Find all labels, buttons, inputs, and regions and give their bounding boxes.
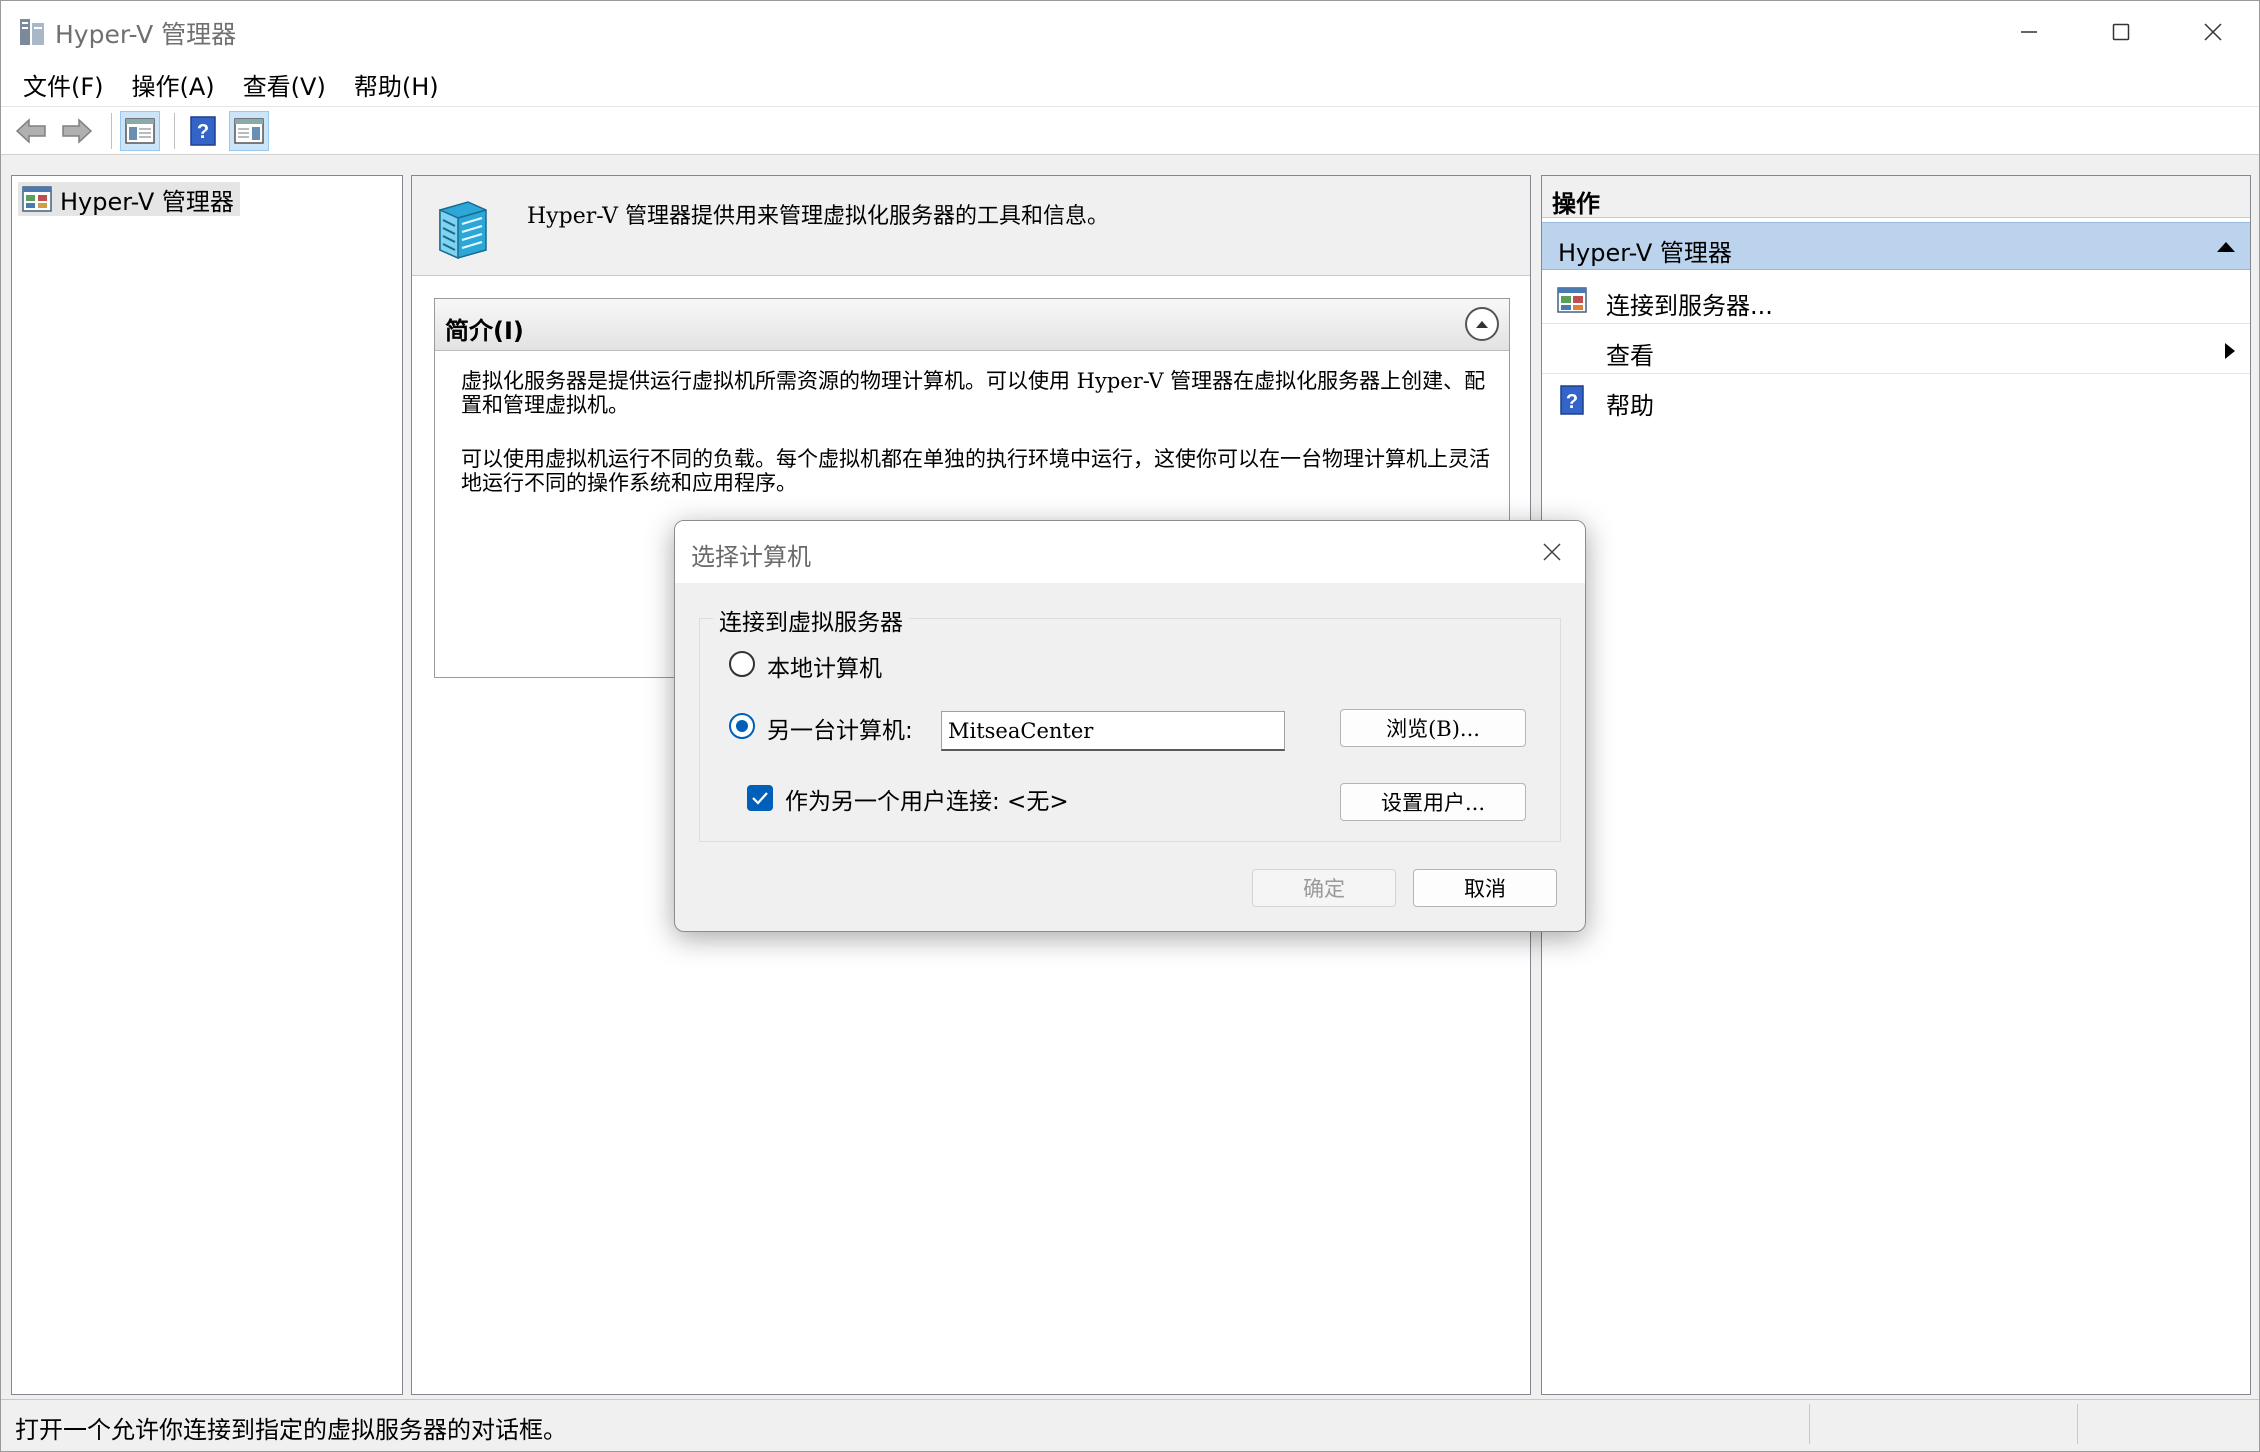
action-connect-label: 连接到服务器... bbox=[1606, 292, 1773, 320]
dialog-close-button[interactable] bbox=[1529, 529, 1575, 575]
select-computer-dialog: 选择计算机 连接到虚拟服务器 本地计算机 另一台计算机: 浏览(B)... 作为… bbox=[674, 520, 1586, 932]
toolbar: ? bbox=[1, 107, 2259, 155]
menu-help[interactable]: 帮助(H) bbox=[340, 63, 453, 106]
action-view-label: 查看 bbox=[1606, 342, 1654, 370]
computer-name-input[interactable] bbox=[941, 711, 1285, 751]
tree-item-label: Hyper-V 管理器 bbox=[60, 187, 234, 216]
close-icon bbox=[1543, 543, 1561, 561]
actions-section-label: Hyper-V 管理器 bbox=[1558, 239, 1732, 267]
hyper-v-app-icon bbox=[20, 19, 44, 45]
center-header-description: Hyper-V 管理器提供用来管理虚拟化服务器的工具和信息。 bbox=[527, 204, 1109, 229]
collapse-button[interactable] bbox=[1465, 307, 1499, 341]
hyper-v-manager-window: Hyper-V 管理器 文件(F) 操作(A) 查看(V) 帮助(H) ? Hy… bbox=[0, 0, 2260, 1452]
actions-pane: 操作 Hyper-V 管理器 连接到服务器... 查看 ? 帮助 bbox=[1541, 175, 2251, 1395]
minimize-button[interactable] bbox=[1983, 1, 2075, 63]
action-pane-icon bbox=[234, 117, 264, 144]
connect-as-another-user-checkbox[interactable] bbox=[747, 785, 773, 811]
forward-arrow-icon bbox=[62, 117, 93, 144]
status-text: 打开一个允许你连接到指定的虚拟服务器的对话框。 bbox=[15, 1416, 567, 1444]
local-computer-label[interactable]: 本地计算机 bbox=[767, 649, 882, 683]
local-computer-radio[interactable] bbox=[729, 651, 755, 677]
svg-text:?: ? bbox=[1566, 391, 1578, 413]
title-bar: Hyper-V 管理器 bbox=[1, 1, 2259, 63]
chevron-up-icon bbox=[1476, 321, 1488, 328]
server-icon bbox=[439, 201, 487, 260]
action-help-label: 帮助 bbox=[1606, 392, 1654, 420]
help-toolbar-button[interactable]: ? bbox=[183, 111, 223, 151]
close-window-button[interactable] bbox=[2167, 1, 2259, 63]
browse-button[interactable]: 浏览(B)... bbox=[1340, 709, 1526, 747]
set-user-button[interactable]: 设置用户... bbox=[1340, 783, 1526, 821]
show-hide-action-pane-button[interactable] bbox=[229, 110, 269, 151]
menu-view[interactable]: 查看(V) bbox=[229, 63, 340, 106]
back-button[interactable] bbox=[11, 111, 51, 151]
center-header: Hyper-V 管理器提供用来管理虚拟化服务器的工具和信息。 bbox=[412, 176, 1530, 276]
tree-item-hyper-v-manager[interactable]: Hyper-V 管理器 bbox=[18, 182, 240, 216]
dialog-title-bar: 选择计算机 bbox=[675, 521, 1585, 583]
menu-bar: 文件(F) 操作(A) 查看(V) 帮助(H) bbox=[1, 63, 2259, 107]
help-icon: ? bbox=[1560, 385, 1584, 415]
hyper-v-manager-icon bbox=[22, 186, 52, 212]
maximize-icon bbox=[2112, 23, 2130, 41]
maximize-button[interactable] bbox=[2075, 1, 2167, 63]
status-divider bbox=[2077, 1404, 2078, 1444]
menu-action[interactable]: 操作(A) bbox=[118, 63, 229, 106]
toolbar-separator bbox=[111, 112, 112, 149]
ok-button[interactable]: 确定 bbox=[1252, 869, 1396, 907]
back-arrow-icon bbox=[15, 117, 46, 144]
connect-as-another-user-label[interactable]: 作为另一个用户连接: <无> bbox=[785, 782, 1069, 816]
another-computer-label[interactable]: 另一台计算机: bbox=[767, 711, 913, 745]
window-title: Hyper-V 管理器 bbox=[55, 20, 237, 49]
connect-server-icon bbox=[1557, 287, 1587, 313]
another-computer-radio[interactable] bbox=[729, 713, 755, 739]
introduction-header[interactable]: 简介(I) bbox=[435, 299, 1509, 351]
action-view[interactable]: 查看 bbox=[1542, 326, 2250, 374]
console-tree-icon bbox=[125, 117, 155, 144]
actions-pane-title: 操作 bbox=[1542, 176, 2250, 218]
checkmark-icon bbox=[752, 792, 768, 805]
action-help[interactable]: ? 帮助 bbox=[1542, 376, 2250, 424]
show-hide-console-tree-button[interactable] bbox=[120, 110, 160, 151]
cancel-button[interactable]: 取消 bbox=[1413, 869, 1557, 907]
introduction-title: 简介(I) bbox=[445, 317, 524, 345]
menu-file[interactable]: 文件(F) bbox=[9, 63, 118, 106]
actions-section-hyper-v-manager[interactable]: Hyper-V 管理器 bbox=[1542, 222, 2250, 270]
status-bar: 打开一个允许你连接到指定的虚拟服务器的对话框。 bbox=[1, 1399, 2259, 1447]
console-tree-pane: Hyper-V 管理器 bbox=[11, 175, 403, 1395]
introduction-paragraph-1: 虚拟化服务器是提供运行虚拟机所需资源的物理计算机。可以使用 Hyper-V 管理… bbox=[461, 369, 1486, 417]
svg-text:?: ? bbox=[197, 121, 209, 143]
toolbar-separator bbox=[174, 112, 175, 149]
action-connect-to-server[interactable]: 连接到服务器... bbox=[1542, 276, 2250, 324]
minimize-icon bbox=[2021, 31, 2037, 33]
status-divider bbox=[1809, 1404, 1810, 1444]
dialog-title: 选择计算机 bbox=[691, 543, 811, 571]
help-icon: ? bbox=[190, 115, 216, 146]
close-icon bbox=[2204, 23, 2222, 41]
collapse-up-icon[interactable] bbox=[2216, 241, 2236, 253]
connect-group-label: 连接到虚拟服务器 bbox=[713, 603, 909, 637]
submenu-arrow-icon bbox=[2225, 343, 2235, 359]
introduction-paragraph-2: 可以使用虚拟机运行不同的负载。每个虚拟机都在单独的执行环境中运行，这使你可以在一… bbox=[461, 447, 1490, 495]
forward-button[interactable] bbox=[57, 111, 97, 151]
